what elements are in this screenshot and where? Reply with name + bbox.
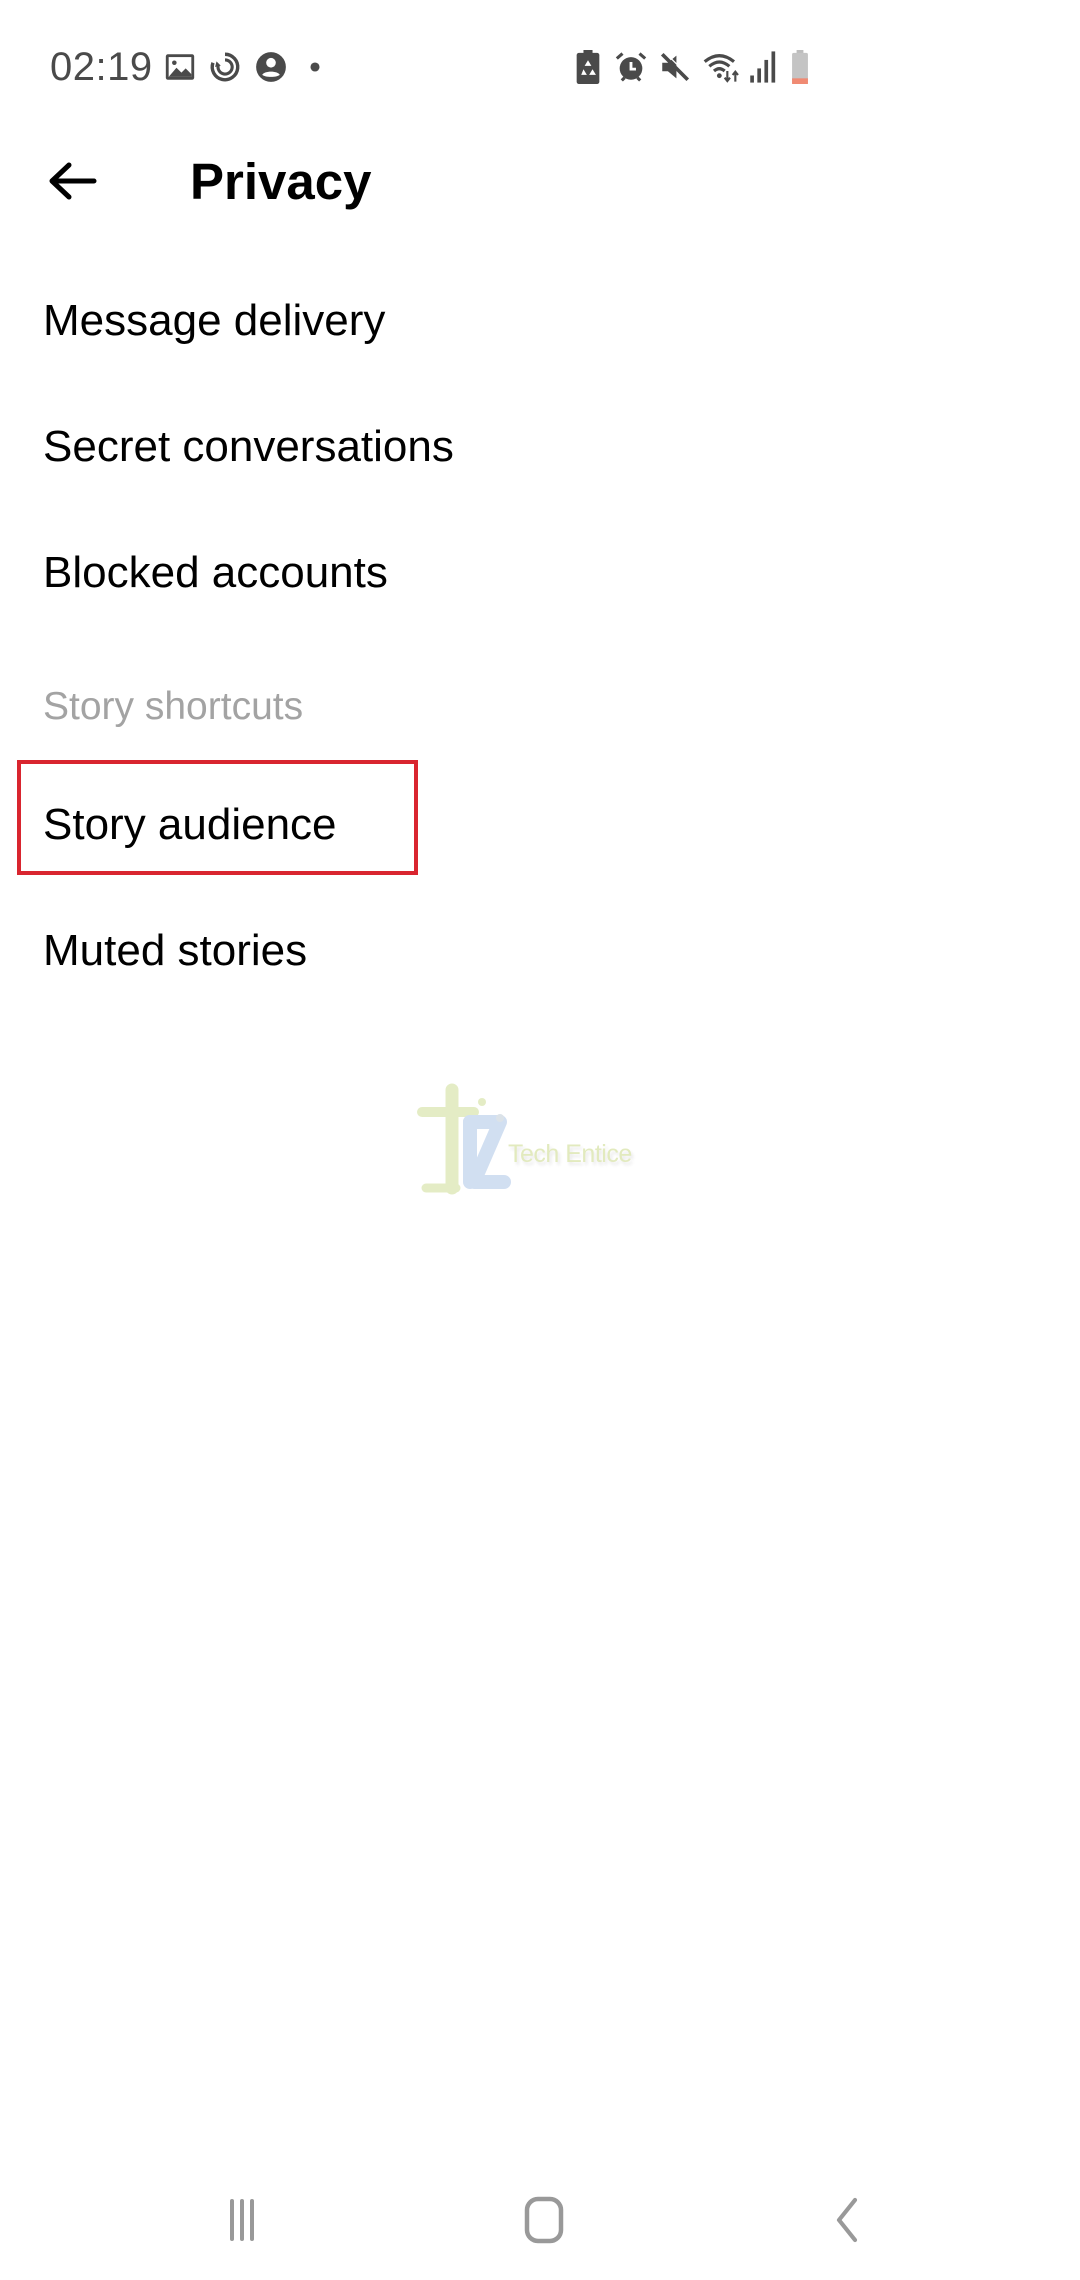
signal-icon xyxy=(748,50,778,84)
gallery-icon xyxy=(163,50,197,84)
notification-dot-icon xyxy=(305,50,325,84)
back-button[interactable] xyxy=(34,150,110,216)
menu-item-label: Muted stories xyxy=(43,926,308,975)
alarm-icon xyxy=(614,50,648,84)
watermark-logo-icon xyxy=(417,1083,511,1195)
home-button[interactable] xyxy=(484,2180,604,2260)
page-title: Privacy xyxy=(190,153,372,210)
menu-item-secret-conversations[interactable]: Secret conversations xyxy=(0,392,1080,502)
back-icon xyxy=(787,2196,907,2244)
menu-item-message-delivery[interactable]: Message delivery xyxy=(0,266,1080,376)
menu-item-label: Story audience xyxy=(43,800,337,849)
menu-item-story-audience[interactable]: Story audience xyxy=(0,770,1080,880)
recent-apps-icon xyxy=(182,2198,302,2242)
recent-apps-button[interactable] xyxy=(182,2180,302,2260)
section-title-story-shortcuts: Story shortcuts xyxy=(43,685,304,728)
menu-item-label: Blocked accounts xyxy=(43,548,388,597)
arrow-left-icon xyxy=(47,161,97,206)
status-time: 02:19 xyxy=(50,45,153,89)
menu-item-blocked-accounts[interactable]: Blocked accounts xyxy=(0,518,1080,628)
wifi-icon xyxy=(702,50,742,84)
watermark: Tech Entice xyxy=(412,1082,642,1200)
sync-icon xyxy=(208,50,242,84)
menu-item-muted-stories[interactable]: Muted stories xyxy=(0,896,1080,1006)
battery-low-icon xyxy=(789,50,811,84)
watermark-text: Tech Entice xyxy=(508,1140,632,1168)
battery-saver-icon xyxy=(574,50,602,84)
menu-item-label: Message delivery xyxy=(43,296,386,345)
home-icon xyxy=(484,2196,604,2244)
account-icon xyxy=(254,50,288,84)
system-back-button[interactable] xyxy=(787,2180,907,2260)
menu-item-label: Secret conversations xyxy=(43,422,454,471)
mute-icon xyxy=(658,50,692,84)
